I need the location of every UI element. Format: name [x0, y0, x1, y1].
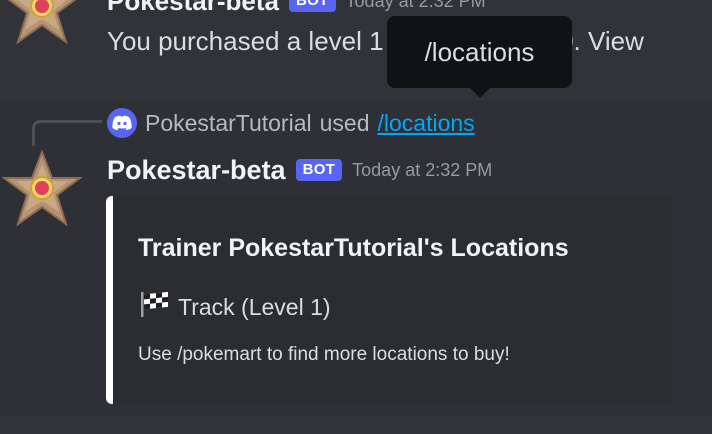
bot-avatar[interactable]	[2, 0, 82, 48]
command-usage-line: PokestarTutorial used /locations	[107, 108, 475, 138]
command-verb: used	[319, 109, 370, 136]
bot-badge: BOT	[288, 0, 336, 12]
author-name[interactable]: Pokestar-beta	[107, 155, 286, 186]
timestamp: Today at 2:32 PM	[345, 0, 486, 11]
discord-icon	[107, 108, 137, 138]
timestamp: Today at 2:32 PM	[352, 159, 493, 180]
embed-title: Trainer PokestarTutorial's Locations	[138, 234, 569, 262]
tooltip-text: /locations	[424, 36, 535, 67]
embed-location-row: Track (Level 1)	[138, 290, 331, 324]
author-name[interactable]: Pokestar-beta	[107, 0, 279, 17]
tooltip-arrow	[470, 88, 490, 98]
embed-footer-text: Use /pokemart to find more locations to …	[138, 344, 510, 365]
locations-embed: Trainer PokestarTutorial's Locations Tra…	[106, 196, 672, 404]
command-tooltip: /locations	[387, 16, 572, 88]
message-header: Pokestar-beta BOT Today at 2:32 PM	[107, 152, 492, 188]
command-link[interactable]: /locations	[377, 110, 474, 137]
bot-avatar[interactable]	[0, 149, 84, 230]
checkered-flag-icon	[138, 290, 170, 324]
previous-message-header: Pokestar-beta BOT Today at 2:32 PM	[107, 0, 486, 17]
embed-accent-bar	[106, 196, 113, 404]
command-user[interactable]: PokestarTutorial	[145, 110, 312, 137]
reply-spine	[32, 120, 102, 146]
location-text: Track (Level 1)	[178, 293, 331, 320]
bot-badge: BOT	[295, 159, 343, 181]
